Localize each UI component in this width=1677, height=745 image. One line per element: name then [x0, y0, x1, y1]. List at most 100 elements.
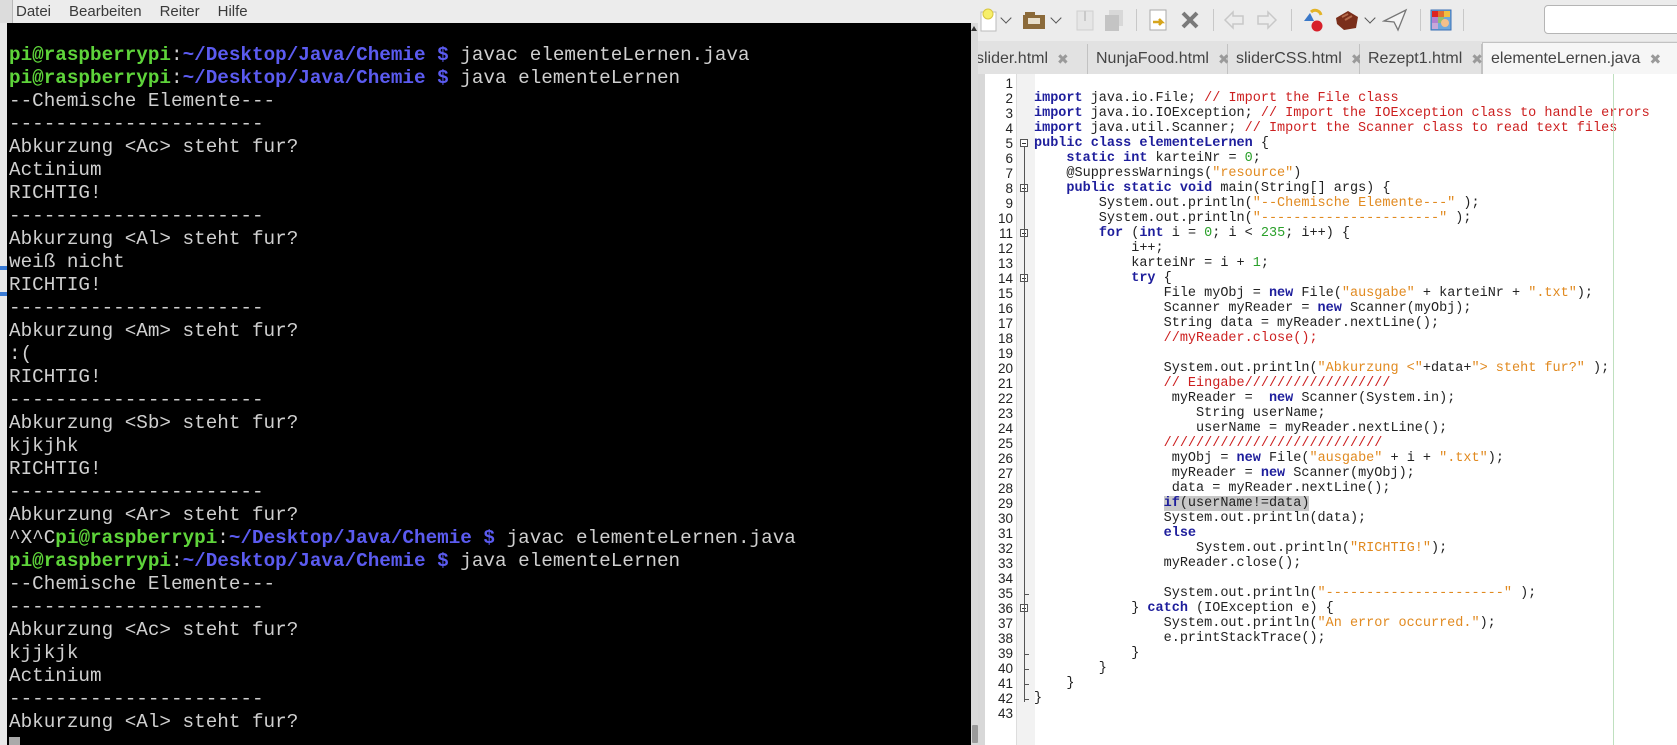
terminal-prompt-line: pi@raspberrypi:~/Desktop/Java/Chemie $ j…: [9, 550, 796, 573]
terminal-output-line: Abkurzung <Ac> steht fur?: [9, 619, 796, 642]
code-line[interactable]: System.out.println("--Chemische Elemente…: [1034, 196, 1650, 211]
fold-end-marker: [1024, 699, 1029, 700]
tab-slider-html[interactable]: slider.html ✖: [978, 44, 1088, 74]
code-line[interactable]: for (int i = 0; i < 235; i++) {: [1034, 226, 1650, 241]
code-line[interactable]: else: [1034, 526, 1650, 541]
code-line[interactable]: userName = myReader.nextLine();: [1034, 421, 1650, 436]
line-number: 35: [997, 586, 1013, 601]
color-chooser-button[interactable]: [1428, 6, 1454, 34]
tab-rezept1-html[interactable]: Rezept1.html ✖: [1360, 44, 1483, 74]
code-line[interactable]: karteiNr = i + 1;: [1034, 256, 1650, 271]
selection-marker: [0, 292, 7, 296]
terminal-output-line: ----------------------: [9, 113, 796, 136]
build-dropdown-chevron-icon[interactable]: [1364, 12, 1376, 24]
code-line[interactable]: public class elementeLernen {: [1034, 136, 1650, 151]
new-file-dropdown-chevron-icon[interactable]: [1000, 12, 1012, 24]
code-text[interactable]: import java.io.File; // Import the File …: [1034, 76, 1650, 721]
code-line[interactable]: @SuppressWarnings("resource"): [1034, 166, 1650, 181]
code-line[interactable]: System.out.println("--------------------…: [1034, 211, 1650, 226]
code-line[interactable]: System.out.println("--------------------…: [1034, 586, 1650, 601]
tab-elementelernen-java[interactable]: elementeLernen.java ✖: [1482, 42, 1677, 74]
compile-button[interactable]: [1300, 6, 1328, 34]
code-line[interactable]: [1034, 706, 1650, 721]
code-line[interactable]: System.out.println(data);: [1034, 511, 1650, 526]
code-line[interactable]: static int karteiNr = 0;: [1034, 151, 1650, 166]
terminal-output[interactable]: pi@raspberrypi:~/Desktop/Java/Chemie $ j…: [7, 23, 971, 745]
code-line[interactable]: import java.io.IOException; // Import th…: [1034, 106, 1650, 121]
prompt-separator: :: [217, 527, 229, 549]
code-line[interactable]: }: [1034, 676, 1650, 691]
code-line[interactable]: System.out.println("RICHTIG!");: [1034, 541, 1650, 556]
line-number: 17: [997, 316, 1013, 331]
output-text: Abkurzung <Am> steht fur?: [9, 320, 299, 342]
new-file-button[interactable]: [978, 6, 1000, 34]
code-line[interactable]: myReader.close();: [1034, 556, 1650, 571]
close-tab-icon[interactable]: ✖: [1057, 51, 1069, 68]
code-line[interactable]: }: [1034, 661, 1650, 676]
code-line[interactable]: import java.util.Scanner; // Import the …: [1034, 121, 1650, 136]
save-button[interactable]: [1073, 6, 1097, 34]
line-number: 23: [997, 406, 1013, 421]
toolbar-separator: [1213, 9, 1214, 31]
back-button[interactable]: [1221, 6, 1247, 34]
code-line[interactable]: //myReader.close();: [1034, 331, 1650, 346]
forward-icon: [1257, 10, 1278, 30]
fold-end-marker: [1024, 594, 1029, 595]
prompt-path: ~/Desktop/Java/Chemie $: [182, 67, 449, 89]
code-line[interactable]: try {: [1034, 271, 1650, 286]
tab-nunjafood-html[interactable]: NunjaFood.html ✖: [1088, 44, 1230, 74]
tab-slidercss-html[interactable]: sliderCSS.html ✖: [1228, 44, 1363, 74]
editor-search-input[interactable]: [1544, 5, 1677, 34]
code-line[interactable]: myObj = new File("ausgabe" + i + ".txt")…: [1034, 451, 1650, 466]
terminal-scrollbar[interactable]: [971, 23, 978, 745]
code-line[interactable]: String data = myReader.nextLine();: [1034, 316, 1650, 331]
code-line[interactable]: myReader = new Scanner(System.in);: [1034, 391, 1650, 406]
code-line[interactable]: if(userName!=data): [1034, 496, 1650, 511]
selected-text[interactable]: if(userName!=data): [1163, 496, 1310, 511]
code-line[interactable]: }: [1034, 646, 1650, 661]
fold-toggle-icon[interactable]: [1020, 139, 1028, 147]
reload-button[interactable]: [1145, 6, 1171, 34]
prompt-user: pi@raspberrypi: [55, 527, 218, 549]
line-number: 26: [997, 451, 1013, 466]
code-line[interactable]: }: [1034, 691, 1650, 706]
line-number: 25: [997, 436, 1013, 451]
close-file-button[interactable]: [1178, 6, 1202, 34]
code-line[interactable]: data = myReader.nextLine();: [1034, 481, 1650, 496]
save-icon: [1076, 10, 1094, 31]
code-editor[interactable]: 1 2 3 4 5 6 7 8 9 10 11 12 13 14 15 16 17 18 19 20 21 22 23 24 2…: [978, 74, 1677, 745]
execute-button[interactable]: [1381, 6, 1409, 34]
menu-bearbeiten[interactable]: Bearbeiten: [69, 3, 142, 20]
code-line[interactable]: myReader = new Scanner(myObj);: [1034, 466, 1650, 481]
terminal-output-line: Actinium: [9, 665, 796, 688]
line-number: 13: [997, 256, 1013, 271]
code-line[interactable]: ///////////////////////////: [1034, 436, 1650, 451]
code-line[interactable]: System.out.println("An error occurred.")…: [1034, 616, 1650, 631]
selection-marker: [0, 266, 7, 270]
menu-reiter[interactable]: Reiter: [160, 3, 200, 20]
close-tab-icon[interactable]: ✖: [1649, 51, 1661, 68]
open-file-dropdown-chevron-icon[interactable]: [1050, 12, 1062, 24]
build-button[interactable]: [1333, 6, 1361, 34]
code-line[interactable]: public static void main(String[] args) {: [1034, 181, 1650, 196]
scroll-up-arrow-icon[interactable]: [971, 26, 977, 31]
code-line[interactable]: Scanner myReader = new Scanner(myObj);: [1034, 301, 1650, 316]
code-line[interactable]: [1034, 571, 1650, 586]
code-line[interactable]: [1034, 76, 1650, 91]
open-file-button[interactable]: [1021, 6, 1047, 34]
code-line[interactable]: } catch (IOException e) {: [1034, 601, 1650, 616]
code-line[interactable]: [1034, 346, 1650, 361]
forward-button[interactable]: [1254, 6, 1280, 34]
code-line[interactable]: System.out.println("Abkurzung <"+data+">…: [1034, 361, 1650, 376]
menu-hilfe[interactable]: Hilfe: [218, 3, 248, 20]
menu-datei[interactable]: Datei: [16, 3, 51, 20]
code-line[interactable]: String userName;: [1034, 406, 1650, 421]
code-line[interactable]: File myObj = new File("ausgabe" + kartei…: [1034, 286, 1650, 301]
code-line[interactable]: i++;: [1034, 241, 1650, 256]
code-line[interactable]: import java.io.File; // Import the File …: [1034, 91, 1650, 106]
terminal-output-line: ----------------------: [9, 688, 796, 711]
save-all-button[interactable]: [1102, 6, 1126, 34]
code-line[interactable]: // Eingabe//////////////////: [1034, 376, 1650, 391]
fold-margin[interactable]: [1016, 74, 1035, 745]
code-line[interactable]: e.printStackTrace();: [1034, 631, 1650, 646]
